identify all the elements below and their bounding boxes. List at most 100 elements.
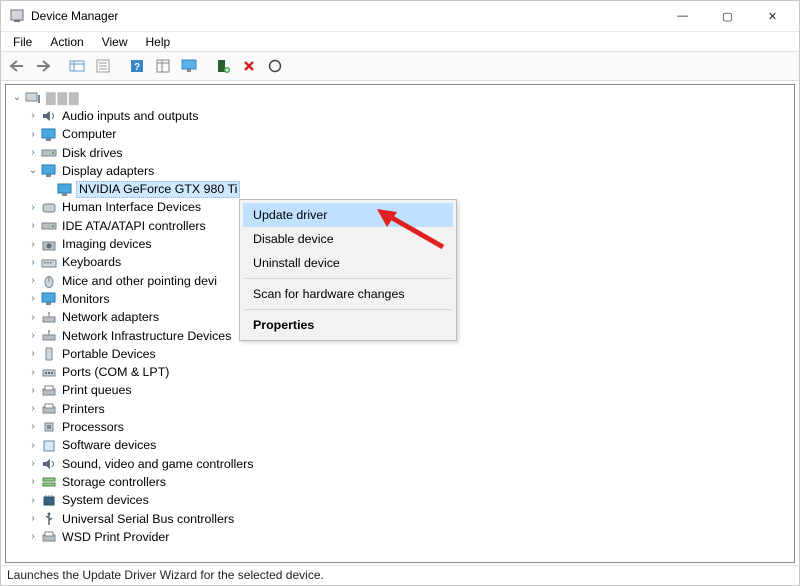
expand-icon[interactable]: ›: [26, 129, 40, 141]
ctx-scan-hardware[interactable]: Scan for hardware changes: [243, 282, 453, 306]
category-label: Storage controllers: [60, 475, 168, 490]
expand-icon[interactable]: ›: [26, 385, 40, 397]
category-label: Software devices: [60, 438, 158, 453]
tree-device[interactable]: NVIDIA GeForce GTX 980 Ti: [8, 180, 792, 198]
expand-icon[interactable]: ›: [26, 531, 40, 543]
printer-icon: [40, 383, 58, 399]
monitor-icon: [40, 291, 58, 307]
tree-category[interactable]: ›Print queues: [8, 382, 792, 400]
expand-icon[interactable]: ›: [26, 257, 40, 269]
expand-icon[interactable]: ›: [26, 293, 40, 305]
list-button[interactable]: [151, 54, 175, 78]
scan-button[interactable]: [263, 54, 287, 78]
monitor-icon: [56, 182, 74, 198]
chip-icon: [40, 493, 58, 509]
ctx-update-driver[interactable]: Update driver: [243, 203, 453, 227]
expand-icon[interactable]: ›: [26, 275, 40, 287]
expand-icon[interactable]: ›: [26, 110, 40, 122]
title-bar: Device Manager — ▢ ✕: [1, 1, 799, 31]
speaker-icon: [40, 456, 58, 472]
tree-category[interactable]: ›Processors: [8, 418, 792, 436]
menu-view[interactable]: View: [94, 33, 136, 51]
expand-icon[interactable]: ›: [26, 513, 40, 525]
tree-category[interactable]: ›Portable Devices: [8, 345, 792, 363]
add-device-button[interactable]: [211, 54, 235, 78]
expand-icon[interactable]: ›: [26, 202, 40, 214]
tree-category[interactable]: ›Computer: [8, 126, 792, 144]
category-label: Printers: [60, 402, 107, 417]
root-node[interactable]: ⌄ ▇▇▇: [8, 89, 792, 107]
back-button[interactable]: [5, 54, 29, 78]
expand-icon[interactable]: ›: [26, 403, 40, 415]
expand-icon[interactable]: ›: [26, 476, 40, 488]
portable-icon: [40, 346, 58, 362]
ctx-uninstall-device[interactable]: Uninstall device: [243, 251, 453, 275]
tree-category[interactable]: › Printers: [8, 400, 792, 418]
mouse-icon: [40, 273, 58, 289]
tree-category[interactable]: › Storage controllers: [8, 473, 792, 491]
menu-bar: File Action View Help: [1, 31, 799, 51]
category-label: Disk drives: [60, 146, 125, 161]
network-icon: [40, 310, 58, 326]
drive-icon: [40, 218, 58, 234]
category-label: Universal Serial Bus controllers: [60, 512, 236, 527]
category-label: Imaging devices: [60, 237, 154, 252]
help-button[interactable]: ?: [125, 54, 149, 78]
expand-icon[interactable]: ›: [26, 330, 40, 342]
category-label: Display adapters: [60, 164, 156, 179]
minimize-button[interactable]: —: [660, 2, 705, 30]
tree-category[interactable]: ›Sound, video and game controllers: [8, 455, 792, 473]
tree-category[interactable]: › Universal Serial Bus controllers: [8, 510, 792, 528]
category-label: Network adapters: [60, 310, 161, 325]
menu-help[interactable]: Help: [138, 33, 179, 51]
tree-category[interactable]: ⌄ Display adapters: [8, 162, 792, 180]
category-label: Monitors: [60, 292, 112, 307]
expand-icon[interactable]: ›: [26, 312, 40, 324]
remove-device-button[interactable]: [237, 54, 261, 78]
network-icon: [40, 328, 58, 344]
drive-icon: [40, 145, 58, 161]
tree-category[interactable]: › Software devices: [8, 437, 792, 455]
forward-button[interactable]: [31, 54, 55, 78]
status-bar: Launches the Update Driver Wizard for th…: [1, 565, 799, 585]
menu-action[interactable]: Action: [42, 33, 91, 51]
properties-button[interactable]: [91, 54, 115, 78]
tree-category[interactable]: › Disk drives: [8, 144, 792, 162]
close-button[interactable]: ✕: [750, 2, 795, 30]
monitor-icon: [40, 127, 58, 143]
expand-icon[interactable]: ›: [26, 147, 40, 159]
software-icon: [40, 438, 58, 454]
expander-icon[interactable]: ⌄: [10, 92, 24, 104]
expand-icon[interactable]: ›: [26, 458, 40, 470]
ctx-properties[interactable]: Properties: [243, 313, 453, 337]
expand-icon[interactable]: ›: [26, 367, 40, 379]
expand-icon[interactable]: ›: [26, 421, 40, 433]
cpu-icon: [40, 419, 58, 435]
category-label: Audio inputs and outputs: [60, 109, 200, 124]
ctx-disable-device[interactable]: Disable device: [243, 227, 453, 251]
monitor-icon: [40, 163, 58, 179]
expand-icon[interactable]: ›: [26, 440, 40, 452]
category-label: WSD Print Provider: [60, 530, 171, 545]
category-label: Human Interface Devices: [60, 200, 203, 215]
monitor-button[interactable]: [177, 54, 201, 78]
category-label: Ports (COM & LPT): [60, 365, 171, 380]
tree-category[interactable]: › Audio inputs and outputs: [8, 107, 792, 125]
expand-icon[interactable]: ›: [26, 495, 40, 507]
expand-icon[interactable]: ›: [26, 239, 40, 251]
collapse-icon[interactable]: ⌄: [26, 165, 40, 177]
ctx-separator: [245, 309, 451, 310]
tree-category[interactable]: › Ports (COM & LPT): [8, 363, 792, 381]
tree-category[interactable]: › System devices: [8, 492, 792, 510]
expand-icon[interactable]: ›: [26, 348, 40, 360]
expand-icon[interactable]: ›: [26, 220, 40, 232]
category-label: Network Infrastructure Devices: [60, 329, 233, 344]
maximize-button[interactable]: ▢: [705, 2, 750, 30]
menu-file[interactable]: File: [5, 33, 40, 51]
context-menu: Update driver Disable device Uninstall d…: [239, 199, 457, 341]
keyboard-icon: [40, 255, 58, 271]
show-hidden-button[interactable]: [65, 54, 89, 78]
category-label: System devices: [60, 493, 151, 508]
speaker-icon: [40, 108, 58, 124]
tree-category[interactable]: › WSD Print Provider: [8, 528, 792, 546]
